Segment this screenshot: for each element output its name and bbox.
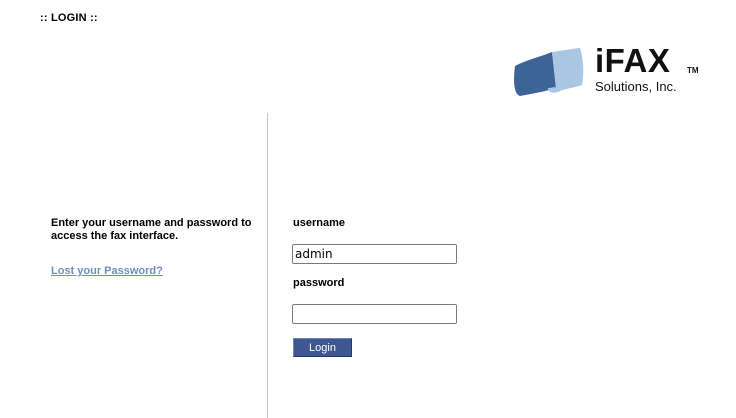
company-logo: iFAX TM Solutions, Inc.	[512, 44, 704, 100]
logo-trademark: TM	[687, 66, 699, 75]
username-label: username	[293, 217, 345, 229]
password-label: password	[293, 277, 345, 289]
vertical-divider	[267, 113, 268, 418]
login-instructions: Enter your username and password to acce…	[51, 217, 252, 242]
logo-brand: iFAX	[595, 42, 671, 79]
login-button[interactable]: Login	[293, 338, 352, 357]
page-title: :: LOGIN ::	[40, 12, 98, 24]
password-input[interactable]	[292, 304, 457, 324]
username-input[interactable]	[292, 244, 457, 264]
lost-password-link[interactable]: Lost your Password?	[51, 265, 163, 277]
logo-subtitle: Solutions, Inc.	[595, 79, 677, 94]
fax-paper-logo-icon	[514, 48, 584, 96]
logo-wordmark: iFAX TM Solutions, Inc.	[595, 42, 699, 93]
